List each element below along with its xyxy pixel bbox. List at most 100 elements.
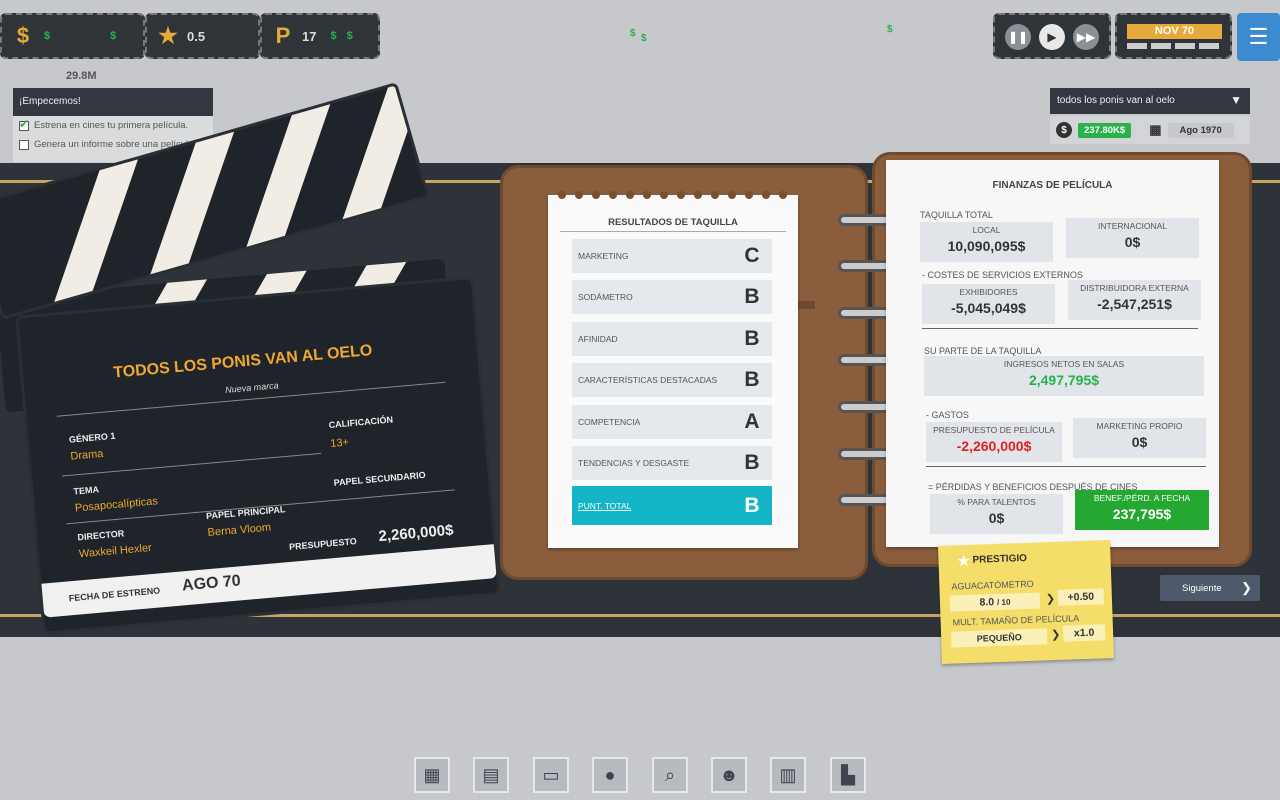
- own-marketing-box: MARKETING PROPIO 0$: [1073, 418, 1206, 458]
- theme-label: TEMA: [73, 484, 100, 497]
- share-label: SU PARTE DE LA TAQUILLA: [924, 346, 1042, 356]
- theme-value: Posapocalípticas: [74, 495, 159, 515]
- size-mult: x1.0: [1062, 624, 1106, 642]
- profit-to-date-box: BENEF./PÉRD. A FECHA 237,795$: [1075, 490, 1209, 530]
- money-dollar-sign-right: $: [110, 30, 117, 42]
- grade-row-sodametro: SODÁMETRO B: [572, 280, 772, 314]
- date-display: NOV 70: [1115, 13, 1232, 59]
- star-value: 0.5: [187, 28, 206, 44]
- quest-item: Estrena en cines tu primera película.: [13, 116, 213, 135]
- budget-value: 2,260,000$: [377, 521, 455, 546]
- film-selector[interactable]: todos los ponis van al oelo ▼: [1050, 88, 1250, 114]
- size-label: MULT. TAMAÑO DE PELÍCULA: [952, 613, 1080, 628]
- speed-controls: ❚❚ ▶ ▶▶: [993, 13, 1111, 59]
- grade-row-tendencias: TENDENCIAS Y DESGASTE B: [572, 446, 772, 480]
- finances-title: FINANZAS DE PELÍCULA: [992, 180, 1113, 191]
- director-value: Waxkeil Hexler: [78, 541, 153, 561]
- notebook-clasp: [795, 301, 815, 309]
- exhibitors-box: EXHIBIDORES -5,045,049$: [922, 284, 1055, 324]
- finances-page: FINANZAS DE PELÍCULA TAQUILLA TOTAL LOCA…: [886, 160, 1219, 547]
- size-value: PEQUEÑO: [950, 628, 1048, 648]
- prestige-note: ★ PRESTIGIO AGUACATÓMETRO 8.0 / 10 ❯ +0.…: [937, 540, 1115, 664]
- dollar-coin-icon: $: [16, 23, 30, 48]
- rating-value: 13+: [329, 436, 350, 450]
- tv-icon[interactable]: ▭: [533, 757, 569, 793]
- net-income-box: INGRESOS NETOS EN SALAS 2,497,795$: [924, 356, 1204, 396]
- money-hud[interactable]: $ $ $: [0, 13, 145, 59]
- checkbox-icon: [19, 139, 29, 150]
- chevron-right-icon: ❯: [1045, 592, 1056, 606]
- chart-icon[interactable]: ▥: [770, 757, 806, 793]
- genre-value: Drama: [69, 447, 104, 463]
- expenses-label: - GASTOS: [926, 410, 969, 420]
- floating-dollar: $: [630, 28, 636, 39]
- film-budget-box: PRESUPUESTO DE PELÍCULA -2,260,000$: [926, 422, 1062, 462]
- box-office-page: RESULTADOS DE TAQUILLA MARKETING C SODÁME…: [548, 191, 798, 548]
- aguacate-bonus: +0.50: [1057, 588, 1105, 606]
- clapboard: TODOS LOS PONIS VAN AL OELO Nueva marca …: [15, 275, 502, 635]
- research-dollar-2: $: [346, 30, 353, 42]
- quest-title: ¡Empecemos!: [13, 88, 213, 116]
- folder-icon[interactable]: ▤: [473, 757, 509, 793]
- budget-label: PRESUPUESTO: [288, 536, 358, 552]
- film-money: 237.80K$: [1078, 122, 1132, 138]
- ext-costs-label: - COSTES DE SERVICIOS EXTERNOS: [922, 270, 1083, 280]
- release-label: FECHA DE ESTRENO: [68, 585, 161, 604]
- chevron-right-icon: ❯: [1050, 628, 1061, 642]
- box-office-title: RESULTADOS DE TAQUILLA: [608, 217, 738, 228]
- talent-box: % PARA TALENTOS 0$: [930, 494, 1063, 534]
- money-dollar-sign: $: [44, 30, 51, 42]
- lightbulb-icon[interactable]: ●: [592, 757, 628, 793]
- research-dollar-1: $: [330, 30, 337, 42]
- grade-row-afinidad: AFINIDAD B: [572, 322, 772, 356]
- people-icon[interactable]: ☻: [711, 757, 747, 793]
- release-value: AGO 70: [181, 572, 242, 595]
- month-progress: [1127, 43, 1222, 49]
- director-label: DIRECTOR: [77, 528, 125, 543]
- search-icon[interactable]: ⌕: [652, 757, 688, 793]
- hamburger-menu-icon[interactable]: ☰: [1237, 13, 1280, 61]
- intl-box: INTERNACIONAL 0$: [1066, 218, 1199, 258]
- prestige-title: PRESTIGIO: [972, 552, 1028, 566]
- lead-label: PAPEL PRINCIPAL: [205, 504, 286, 522]
- film-selector-label: todos los ponis van al oelo: [1057, 95, 1175, 106]
- prestige-hud[interactable]: ★ 0.5: [145, 13, 260, 59]
- checkbox-checked-icon: [19, 117, 29, 131]
- support-label: PAPEL SECUNDARIO: [333, 469, 427, 488]
- film-date: Ago 1970: [1167, 122, 1234, 138]
- lead-value: Berna Vloom: [207, 521, 272, 540]
- star-icon: ★: [158, 23, 178, 48]
- play-button[interactable]: ▶: [1039, 24, 1065, 50]
- floating-dollar: $: [887, 24, 893, 35]
- local-box: LOCAL 10,090,095$: [920, 222, 1053, 262]
- money-total: 29.8M: [66, 70, 97, 82]
- grade-row-competencia: COMPETENCIA A: [572, 405, 772, 439]
- film-subtitle: Nueva marca: [224, 380, 280, 395]
- grade-row-total: PUNT. TOTAL B: [572, 486, 772, 525]
- floating-dollar: $: [641, 33, 647, 44]
- film-info-row: $ 237.80K$ ▦ Ago 1970: [1050, 116, 1250, 144]
- pause-button[interactable]: ❚❚: [1005, 24, 1031, 50]
- research-value: 17: [302, 28, 317, 44]
- star-icon: ★: [956, 552, 972, 571]
- rating-label: CALIFICACIÓN: [328, 414, 394, 431]
- film-studio-icon[interactable]: ▦: [414, 757, 450, 793]
- building-icon[interactable]: ▙: [830, 757, 866, 793]
- aguacate-value: 8.0 / 10: [949, 592, 1041, 612]
- date-label: NOV 70: [1127, 24, 1222, 39]
- next-button-label: Siguiente: [1182, 582, 1222, 594]
- genre-label: GÉNERO 1: [68, 430, 116, 445]
- film-title: TODOS LOS PONIS VAN AL OELO: [112, 342, 373, 382]
- calendar-icon: ▦: [1149, 122, 1162, 137]
- dollar-coin-icon: $: [1056, 122, 1072, 138]
- next-button[interactable]: Siguiente ❯: [1160, 575, 1260, 601]
- research-icon: P: [275, 23, 291, 48]
- fast-forward-button[interactable]: ▶▶: [1073, 24, 1099, 50]
- grade-row-caracteristicas: CARACTERÍSTICAS DESTACADAS B: [572, 363, 772, 397]
- distributor-box: DISTRIBUIDORA EXTERNA -2,547,251$: [1068, 280, 1201, 320]
- chevron-right-icon: ❯: [1241, 580, 1252, 595]
- grade-row-marketing: MARKETING C: [572, 239, 772, 273]
- research-hud[interactable]: P 17 $ $: [260, 13, 380, 59]
- aguacate-label: AGUACATÓMETRO: [951, 578, 1034, 592]
- chevron-down-icon: ▼: [1230, 93, 1242, 107]
